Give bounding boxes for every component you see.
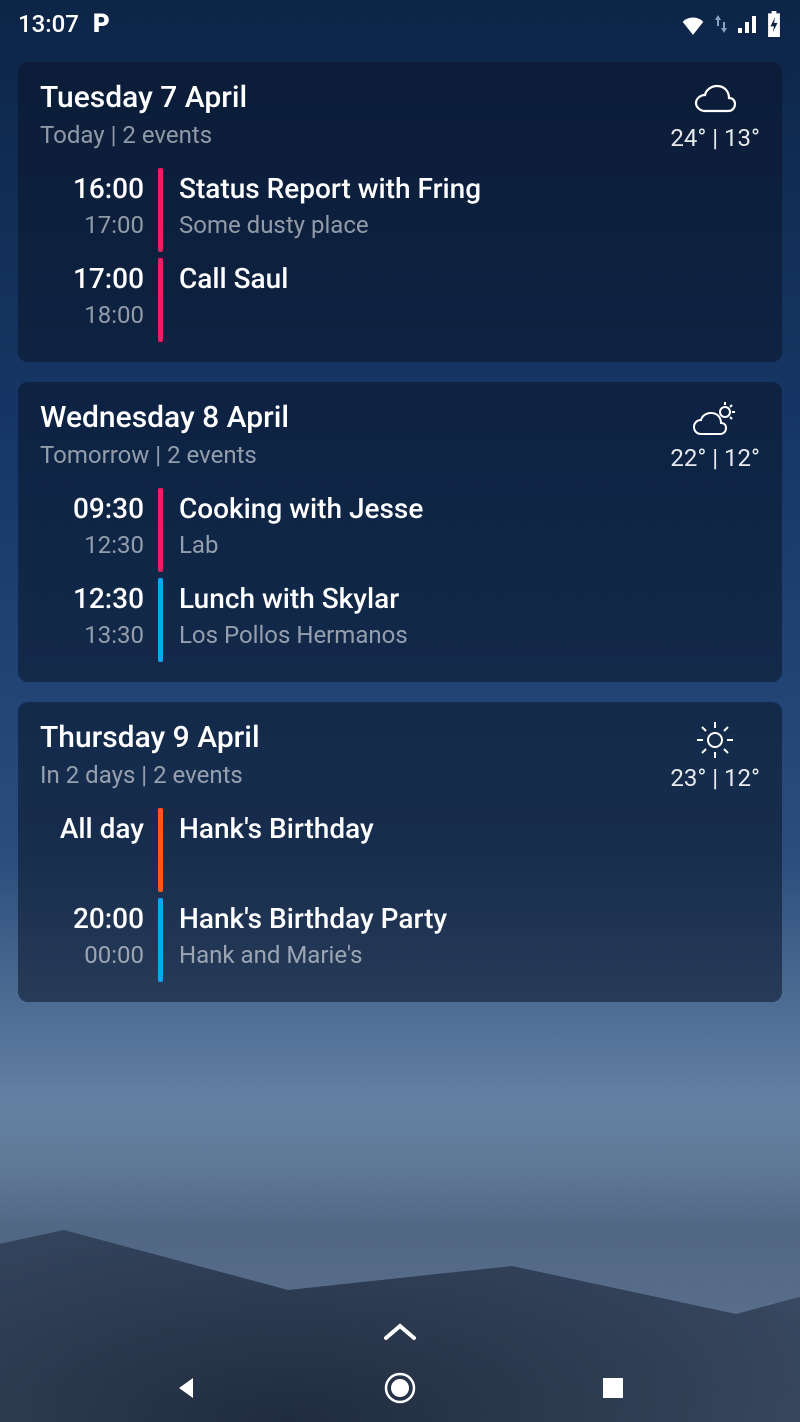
event-start: 12:30 xyxy=(40,582,144,615)
day-title: Thursday 9 April xyxy=(40,720,260,755)
sun-icon xyxy=(670,720,760,760)
event-end: 13:30 xyxy=(40,621,144,649)
day-subtitle: In 2 days | 2 events xyxy=(40,761,260,789)
weather-temps: 23° | 12° xyxy=(670,764,760,792)
event-start: 17:00 xyxy=(40,262,144,295)
event-row[interactable]: 20:00 00:00 Hank's Birthday Party Hank a… xyxy=(40,898,760,986)
day-title: Tuesday 7 April xyxy=(40,80,247,115)
day-subtitle: Tomorrow | 2 events xyxy=(40,441,289,469)
status-bar: 13:07 P xyxy=(0,0,800,48)
event-start: 16:00 xyxy=(40,172,144,205)
event-row[interactable]: 09:30 12:30 Cooking with Jesse Lab xyxy=(40,488,760,576)
event-title: Hank's Birthday Party xyxy=(179,902,760,935)
event-end: 17:00 xyxy=(40,211,144,239)
status-right xyxy=(680,11,782,37)
battery-icon xyxy=(766,11,782,37)
nav-home-button[interactable] xyxy=(370,1358,430,1418)
day-header: Wednesday 8 April Tomorrow | 2 events 22… xyxy=(40,400,760,472)
weather-temps: 22° | 12° xyxy=(670,444,760,472)
data-arrows-icon xyxy=(714,13,728,35)
partly-cloudy-icon xyxy=(670,400,760,440)
weather-block[interactable]: 22° | 12° xyxy=(670,400,760,472)
event-row[interactable]: All day Hank's Birthday xyxy=(40,808,760,896)
status-left: 13:07 P xyxy=(18,9,110,39)
event-row[interactable]: 12:30 13:30 Lunch with Skylar Los Pollos… xyxy=(40,578,760,666)
event-title: Call Saul xyxy=(179,262,760,295)
calendar-widget-container: Tuesday 7 April Today | 2 events 24° | 1… xyxy=(0,48,800,1002)
event-location: Los Pollos Hermanos xyxy=(179,621,760,649)
day-card-today[interactable]: Tuesday 7 April Today | 2 events 24° | 1… xyxy=(18,62,782,362)
day-card-day-after[interactable]: Thursday 9 April In 2 days | 2 events xyxy=(18,702,782,1002)
event-location: Lab xyxy=(179,531,760,559)
event-end: 12:30 xyxy=(40,531,144,559)
app-p-icon: P xyxy=(93,9,110,39)
navigation-bar xyxy=(0,1354,800,1422)
cloud-icon xyxy=(670,80,760,120)
weather-block[interactable]: 24° | 13° xyxy=(670,80,760,152)
signal-icon xyxy=(736,13,758,35)
day-header: Thursday 9 April In 2 days | 2 events xyxy=(40,720,760,792)
event-allday: All day xyxy=(40,812,144,845)
nav-back-button[interactable] xyxy=(157,1358,217,1418)
event-end: 18:00 xyxy=(40,301,144,329)
wifi-icon xyxy=(680,13,706,35)
event-title: Cooking with Jesse xyxy=(179,492,760,525)
event-title: Lunch with Skylar xyxy=(179,582,760,615)
day-header: Tuesday 7 April Today | 2 events 24° | 1… xyxy=(40,80,760,152)
event-row[interactable]: 17:00 18:00 Call Saul xyxy=(40,258,760,346)
status-time: 13:07 xyxy=(18,10,79,38)
day-card-tomorrow[interactable]: Wednesday 8 April Tomorrow | 2 events 22… xyxy=(18,382,782,682)
event-row[interactable]: 16:00 17:00 Status Report with Fring Som… xyxy=(40,168,760,256)
day-title: Wednesday 8 April xyxy=(40,400,289,435)
event-start: 20:00 xyxy=(40,902,144,935)
weather-temps: 24° | 13° xyxy=(670,124,760,152)
event-location: Some dusty place xyxy=(179,211,760,239)
event-title: Status Report with Fring xyxy=(179,172,760,205)
event-start: 09:30 xyxy=(40,492,144,525)
event-end: 00:00 xyxy=(40,941,144,969)
nav-recents-button[interactable] xyxy=(583,1358,643,1418)
weather-block[interactable]: 23° | 12° xyxy=(670,720,760,792)
day-subtitle: Today | 2 events xyxy=(40,121,247,149)
event-location: Hank and Marie's xyxy=(179,941,760,969)
app-drawer-handle[interactable] xyxy=(380,1320,420,1344)
event-title: Hank's Birthday xyxy=(179,812,760,845)
